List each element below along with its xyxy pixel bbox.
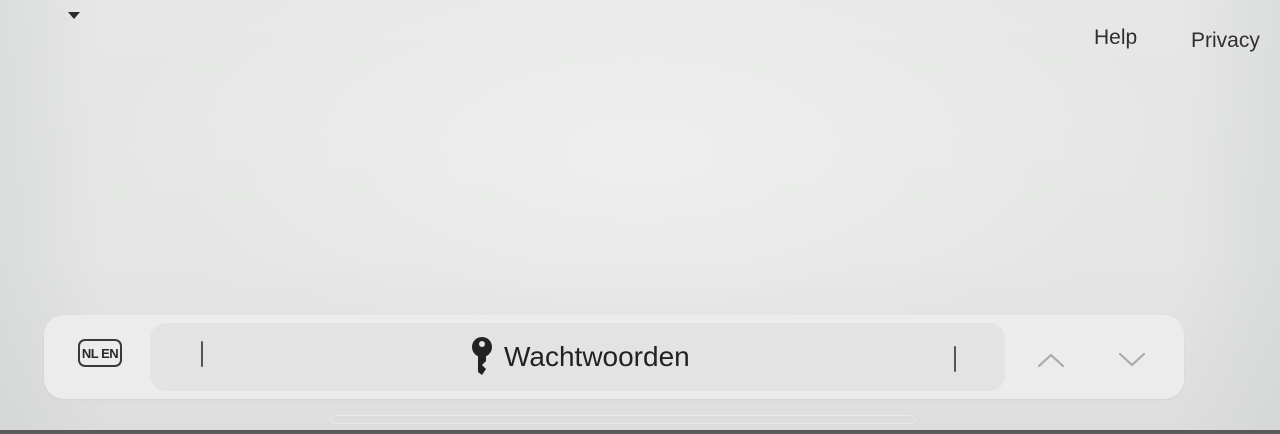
bottom-edge <box>0 430 1280 434</box>
home-indicator <box>331 415 915 424</box>
divider-right <box>954 346 956 372</box>
key-icon <box>472 337 492 375</box>
passwords-label: Wachtwoorden <box>504 341 690 372</box>
help-link[interactable]: Help <box>1094 26 1137 50</box>
chevron-down-icon[interactable] <box>1117 350 1147 370</box>
divider-left <box>201 341 203 367</box>
chevron-up-icon[interactable] <box>1036 350 1066 370</box>
language-switch-button[interactable]: NL EN <box>78 339 122 367</box>
caret-down-icon[interactable] <box>68 12 80 19</box>
privacy-link[interactable]: Privacy <box>1191 29 1260 53</box>
